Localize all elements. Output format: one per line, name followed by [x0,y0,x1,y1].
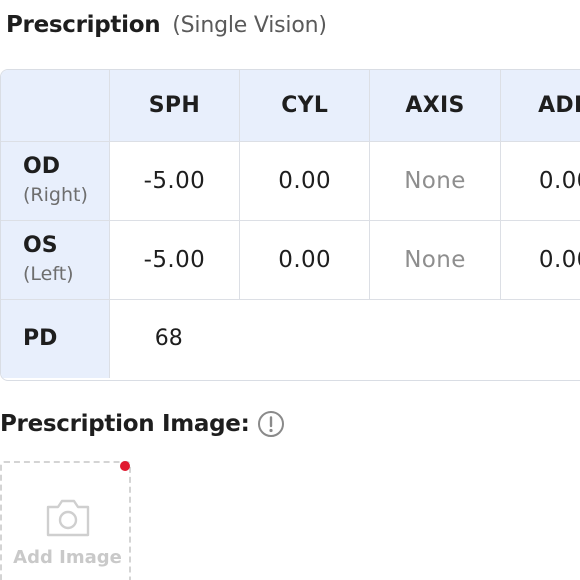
pd-label-text: PD [23,325,58,351]
od-axis-value: None [369,140,501,221]
eye-side-label: (Right) [23,183,88,206]
od-sph-value: -5.00 [108,140,241,221]
row-label-od: OD (Right) [1,140,110,221]
eye-label: OS [23,232,58,258]
column-header-axis: AXIS [369,70,501,142]
table-row-od: OD (Right) -5.00 0.00 None 0.00 [1,140,580,221]
notification-dot [120,461,130,471]
row-label-os: OS (Left) [1,219,110,300]
eye-side-label: (Left) [23,262,74,285]
pd-value: 68 [154,326,183,352]
os-add-value: 0.00 [499,219,580,300]
table-row-pd: PD 68 [1,298,580,378]
od-add-value: 0.00 [499,140,580,221]
add-image-label: Add Image [13,547,122,568]
camera-icon [46,499,90,537]
info-circle-icon[interactable] [257,410,285,438]
table-row-os: OS (Left) -5.00 0.00 None 0.00 [1,219,580,300]
prescription-image-header: Prescription Image: [0,406,285,442]
prescription-header: Prescription (Single Vision) [6,12,327,46]
column-header-sph: SPH [108,70,241,142]
add-image-button[interactable]: Add Image [0,461,131,580]
os-axis-value: None [369,219,501,300]
column-header-cyl: CYL [239,70,371,142]
pd-label: PD [1,298,110,378]
column-header-add: ADD [499,70,580,142]
prescription-type: (Single Vision) [172,13,327,38]
table-corner-cell [1,70,110,142]
eye-label: OD [23,153,60,179]
prescription-page: Prescription (Single Vision) SPH CYL AXI… [0,0,580,580]
os-cyl-value: 0.00 [239,219,371,300]
od-cyl-value: 0.00 [239,140,371,221]
os-sph-value: -5.00 [108,219,241,300]
prescription-title: Prescription [6,12,161,38]
prescription-table: SPH CYL AXIS ADD OD (Right) -5.00 0.00 N… [0,69,580,381]
table-header-row: SPH CYL AXIS ADD [1,70,580,142]
prescription-image-title: Prescription Image: [0,411,250,437]
